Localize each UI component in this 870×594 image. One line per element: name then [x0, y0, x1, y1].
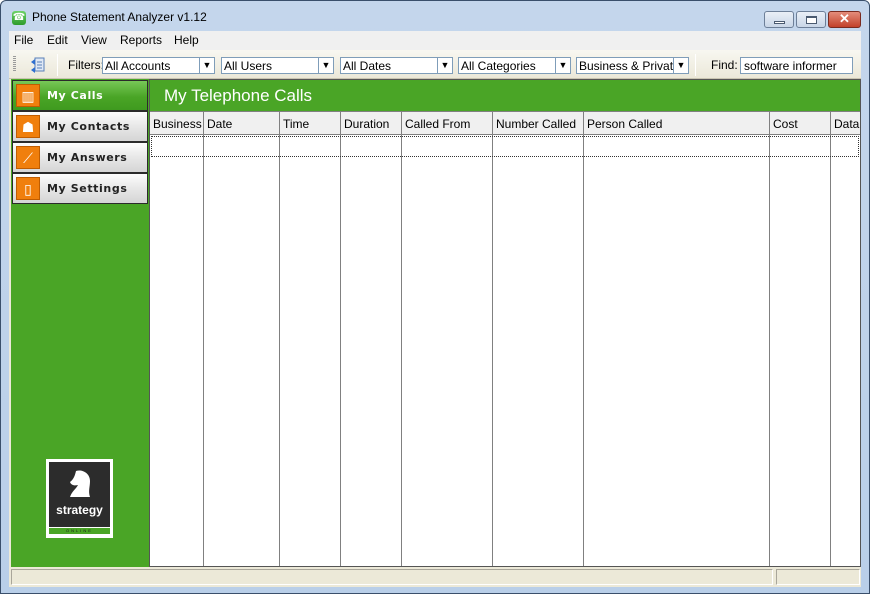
column-divider: [830, 135, 831, 566]
filters-label: Filters:: [68, 58, 104, 72]
sidebar-item-label: My Settings: [47, 182, 128, 195]
dropdown-arrow-icon[interactable]: ▼: [555, 58, 570, 73]
status-pane-main: [11, 569, 773, 585]
minimize-button[interactable]: [764, 11, 794, 28]
sidebar: ▥ My Calls ☗ My Contacts ⟋ My Answers ▯ …: [11, 79, 149, 567]
calls-table[interactable]: Business Date Time Duration Called From …: [150, 111, 860, 566]
refresh-icon[interactable]: [29, 56, 47, 74]
calls-panel: My Telephone Calls Business Date Time Du…: [149, 79, 861, 567]
dates-filter-select[interactable]: All Dates ▼: [340, 57, 453, 74]
close-button[interactable]: ✕: [828, 11, 861, 28]
dropdown-arrow-icon[interactable]: ▼: [437, 58, 452, 73]
column-header-person-called[interactable]: Person Called: [584, 111, 770, 135]
dropdown-arrow-icon[interactable]: ▼: [318, 58, 333, 73]
strategy-online-logo: strategy ONLINE: [46, 459, 113, 538]
column-divider: [492, 135, 493, 566]
find-label: Find:: [711, 58, 738, 72]
sidebar-item-my-calls[interactable]: ▥ My Calls: [12, 80, 148, 111]
menu-view[interactable]: View: [81, 33, 107, 47]
phone-app-icon: ☎: [12, 11, 26, 25]
column-header-date[interactable]: Date: [204, 111, 280, 135]
column-header-called-from[interactable]: Called From: [402, 111, 493, 135]
column-header-time[interactable]: Time: [280, 111, 341, 135]
status-pane-secondary: [776, 569, 860, 585]
filter-toolbar: Filters: All Accounts ▼ All Users ▼ All …: [9, 50, 861, 79]
column-header-duration[interactable]: Duration: [341, 111, 402, 135]
table-row-focus[interactable]: [151, 136, 859, 157]
close-icon: ✕: [839, 11, 850, 26]
sidebar-item-my-contacts[interactable]: ☗ My Contacts: [12, 111, 148, 142]
column-header-cost[interactable]: Cost: [770, 111, 831, 135]
call-type-filter-value: Business & Private: [579, 59, 680, 73]
users-filter-select[interactable]: All Users ▼: [221, 57, 334, 74]
dropdown-arrow-icon[interactable]: ▼: [199, 58, 214, 73]
status-bar: [9, 567, 861, 587]
sidebar-item-label: My Answers: [47, 151, 128, 164]
column-divider: [769, 135, 770, 566]
toolbar-grip[interactable]: [13, 56, 16, 72]
accounts-filter-select[interactable]: All Accounts ▼: [102, 57, 215, 74]
call-type-filter-select[interactable]: Business & Private ▼: [576, 57, 689, 74]
column-header-business[interactable]: Business: [150, 111, 204, 135]
window-title: Phone Statement Analyzer v1.12: [32, 10, 207, 24]
column-header-number-called[interactable]: Number Called: [493, 111, 584, 135]
logo-subtext: ONLINE: [49, 528, 110, 534]
knight-icon: [70, 470, 90, 497]
sidebar-item-label: My Contacts: [47, 120, 131, 133]
logo-text: strategy: [56, 503, 103, 517]
people-icon: ☗: [16, 115, 40, 138]
maximize-button[interactable]: [796, 11, 826, 28]
panel-header: My Telephone Calls: [150, 80, 860, 111]
sidebar-item-my-settings[interactable]: ▯ My Settings: [12, 173, 148, 204]
chart-icon: ⟋: [16, 146, 40, 169]
page-title: My Telephone Calls: [164, 86, 313, 105]
sidebar-item-label: My Calls: [47, 89, 104, 102]
dates-filter-value: All Dates: [343, 59, 392, 73]
title-bar[interactable]: ☎ Phone Statement Analyzer v1.12 ✕: [1, 1, 869, 31]
users-filter-value: All Users: [224, 59, 273, 73]
column-divider: [583, 135, 584, 566]
minimize-icon: [774, 21, 785, 24]
categories-filter-value: All Categories: [461, 59, 536, 73]
menu-help[interactable]: Help: [174, 33, 199, 47]
menu-bar: File Edit View Reports Help: [9, 31, 861, 50]
column-divider: [340, 135, 341, 566]
dropdown-arrow-icon[interactable]: ▼: [673, 58, 688, 73]
column-divider: [203, 135, 204, 566]
phone-icon: ▯: [16, 177, 40, 200]
menu-reports[interactable]: Reports: [120, 33, 162, 47]
find-input[interactable]: [740, 57, 853, 74]
toolbar-separator: [57, 54, 58, 76]
column-divider: [279, 135, 280, 566]
app-window: ☎ Phone Statement Analyzer v1.12 ✕ File …: [0, 0, 870, 594]
menu-file[interactable]: File: [14, 33, 33, 47]
column-header-data[interactable]: Data: [831, 111, 860, 135]
accounts-filter-value: All Accounts: [105, 59, 171, 73]
maximize-icon: [806, 16, 817, 24]
column-divider: [401, 135, 402, 566]
toolbar-separator: [695, 54, 696, 76]
menu-edit[interactable]: Edit: [47, 33, 68, 47]
sidebar-item-my-answers[interactable]: ⟋ My Answers: [12, 142, 148, 173]
book-icon: ▥: [16, 84, 40, 107]
categories-filter-select[interactable]: All Categories ▼: [458, 57, 571, 74]
client-area: File Edit View Reports Help Filters: All…: [9, 31, 861, 587]
